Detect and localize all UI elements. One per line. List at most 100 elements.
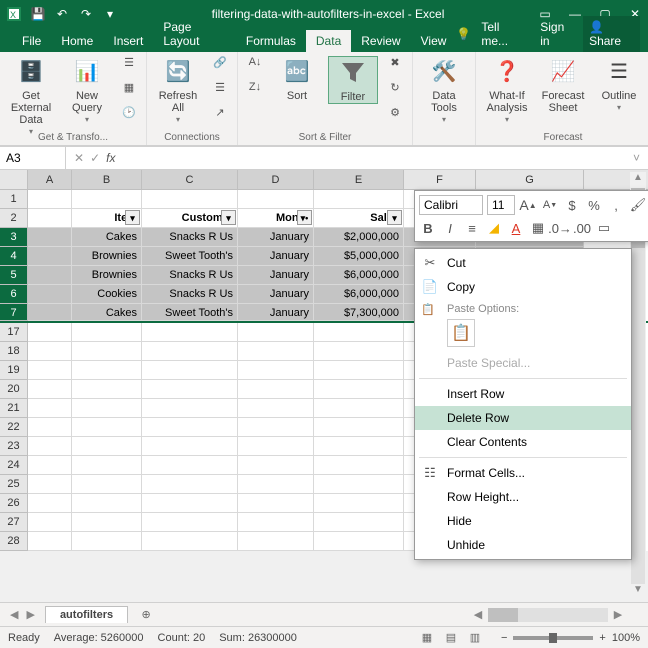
cell[interactable] [72,437,142,456]
tab-insert[interactable]: Insert [103,30,153,52]
sort-asc-button[interactable]: A↓ [244,56,266,78]
tab-home[interactable]: Home [51,30,103,52]
row-header[interactable]: 18 [0,342,28,361]
cell[interactable] [314,418,404,437]
ctx-paste-button[interactable]: 📋 [447,319,475,347]
cell[interactable] [142,399,238,418]
cell[interactable] [314,323,404,342]
view-buttons[interactable]: ▦▤▥ [415,631,487,644]
cell[interactable] [28,456,72,475]
properties-button[interactable]: ☰ [209,81,231,103]
cell[interactable] [314,380,404,399]
new-query-button[interactable]: 📊 New Query▾ [62,56,112,125]
cell[interactable] [238,437,314,456]
cell[interactable] [142,513,238,532]
cell[interactable] [314,475,404,494]
filter-dropdown-button[interactable]: ▾ [221,210,236,225]
column-header[interactable]: F [404,170,476,189]
sign-in[interactable]: Sign in [534,16,579,52]
cell[interactable] [72,361,142,380]
column-header[interactable]: E [314,170,404,189]
ctx-insert-row[interactable]: Insert Row [415,382,631,406]
row-header[interactable]: 26 [0,494,28,513]
cell[interactable] [142,342,238,361]
cell[interactable]: Sweet Tooth's [142,247,238,266]
cell[interactable]: Snacks R Us [142,285,238,304]
cell[interactable] [28,475,72,494]
cell[interactable] [142,190,238,209]
zoom-out-icon[interactable]: − [501,632,507,644]
filter-dropdown-button[interactable]: ▾ [125,210,140,225]
row-header[interactable]: 21 [0,399,28,418]
cell[interactable] [142,456,238,475]
bold-icon[interactable]: B [419,219,437,237]
row-header[interactable]: 4 [0,247,28,266]
cell[interactable]: Brownies [72,266,142,285]
zoom-in-icon[interactable]: + [599,632,605,644]
redo-icon[interactable]: ↷ [78,6,94,22]
row-header[interactable]: 2 [0,209,28,228]
ctx-format-cells[interactable]: ☷Format Cells... [415,461,631,485]
cell[interactable]: Snacks R Us [142,266,238,285]
tab-formulas[interactable]: Formulas [236,30,306,52]
cell[interactable] [28,494,72,513]
font-shrink-icon[interactable]: A▼ [541,196,559,214]
cell[interactable]: January [238,285,314,304]
horizontal-scrollbar[interactable]: ◀ ▶ [470,608,626,622]
cell[interactable] [314,456,404,475]
cell[interactable] [28,399,72,418]
cell[interactable]: Cakes [72,228,142,247]
ctx-row-height[interactable]: Row Height... [415,485,631,509]
cell[interactable] [238,361,314,380]
row-header[interactable]: 20 [0,380,28,399]
cell[interactable] [142,361,238,380]
row-header[interactable]: 22 [0,418,28,437]
cell[interactable]: January [238,266,314,285]
forecast-sheet-button[interactable]: 📈 Forecast Sheet [538,56,588,114]
name-box[interactable] [0,147,66,169]
cancel-formula-icon[interactable]: ✕ [74,151,84,165]
accept-formula-icon[interactable]: ✓ [90,151,100,165]
page-break-icon[interactable]: ▥ [465,631,485,644]
column-header[interactable]: D [238,170,314,189]
tab-file[interactable]: File [12,30,51,52]
filter-button[interactable]: Filter [328,56,378,104]
scroll-left-icon[interactable]: ◀ [470,608,486,621]
what-if-button[interactable]: ❓ What-If Analysis▾ [482,56,532,125]
qat-dropdown-icon[interactable]: ▾ [102,6,118,22]
align-icon[interactable]: ≡ [463,219,481,237]
cell[interactable] [142,475,238,494]
fx-icon[interactable]: fx [106,151,115,165]
from-table-button[interactable]: ▦ [118,81,140,103]
clear-filter-button[interactable]: ✖ [384,56,406,78]
cell[interactable] [72,190,142,209]
filter-dropdown-button[interactable]: ▾ [387,210,402,225]
cell[interactable] [238,418,314,437]
format-painter-icon[interactable]: 🖌 [629,196,647,214]
ctx-delete-row[interactable]: Delete Row [415,406,631,430]
cell[interactable] [314,399,404,418]
row-header[interactable]: 28 [0,532,28,551]
row-header[interactable]: 24 [0,456,28,475]
advanced-button[interactable]: ⚙ [384,106,406,128]
cell[interactable] [28,266,72,285]
hscroll-thumb[interactable] [488,608,518,622]
merge-icon[interactable]: ▭ [595,219,613,237]
recent-sources-button[interactable]: 🕑 [118,106,140,128]
data-tools-button[interactable]: 🛠️ Data Tools▾ [419,56,469,125]
row-header[interactable]: 17 [0,323,28,342]
cell[interactable] [314,437,404,456]
cell[interactable] [142,380,238,399]
cell[interactable] [28,323,72,342]
ctx-copy[interactable]: 📄Copy [415,275,631,299]
decrease-decimal-icon[interactable]: .0→ [551,219,569,237]
row-header[interactable]: 25 [0,475,28,494]
cell[interactable]: $6,000,000 [314,266,404,285]
cell[interactable]: Cookies [72,285,142,304]
row-header[interactable]: 1 [0,190,28,209]
cell[interactable] [72,399,142,418]
cell[interactable] [314,190,404,209]
zoom-percent[interactable]: 100% [612,632,640,644]
show-queries-button[interactable]: ☰ [118,56,140,78]
reapply-button[interactable]: ↻ [384,81,406,103]
